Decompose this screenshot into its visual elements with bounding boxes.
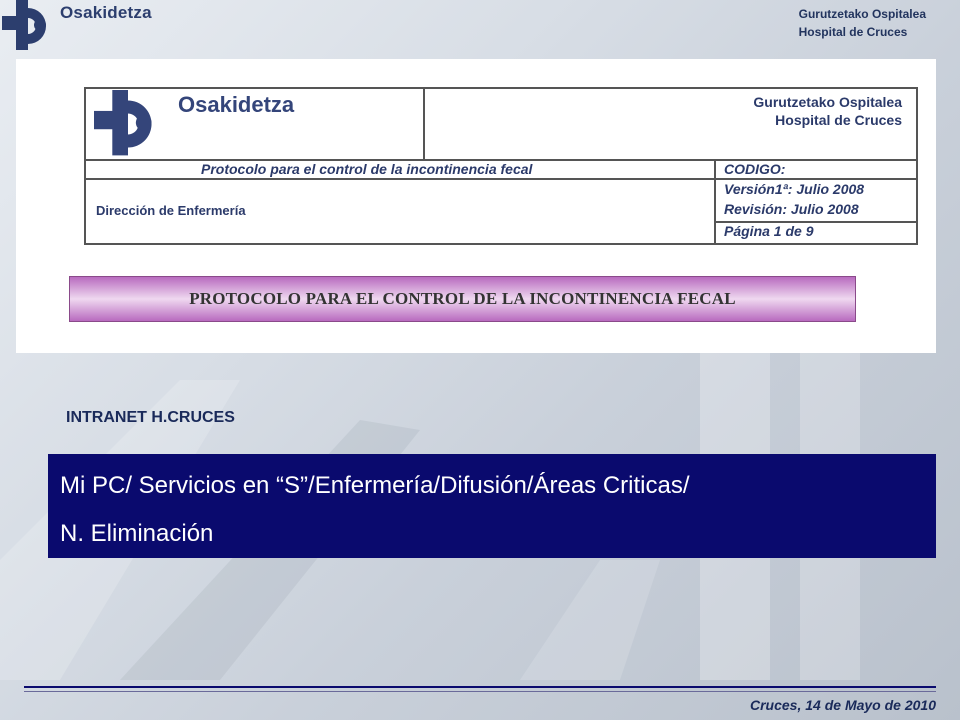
footer-date: Cruces, 14 de Mayo de 2010 [750, 697, 936, 713]
osakidetza-logo: Osakidetza [0, 0, 200, 56]
doc-hospital-name: Gurutzetako Ospitalea Hospital de Cruces [753, 93, 902, 129]
footer-divider-thin [24, 691, 936, 692]
doc-pagina: Página 1 de 9 [724, 223, 814, 239]
navigation-path-box: Mi PC/ Servicios en “S”/Enfermería/Difus… [48, 454, 936, 558]
hospital-name: Gurutzetako Ospitalea Hospital de Cruces [799, 5, 926, 41]
doc-hospital-spanish: Hospital de Cruces [775, 112, 902, 128]
osakidetza-emblem-icon [2, 0, 46, 50]
hospital-name-spanish: Hospital de Cruces [798, 25, 908, 39]
document-header-table: Osakidetza Gurutzetako Ospitalea Hospita… [84, 87, 918, 245]
doc-osakidetza-emblem-icon [94, 90, 152, 156]
doc-logo-text: Osakidetza [178, 92, 295, 117]
footer-divider [24, 686, 936, 688]
doc-protocol-title: Protocolo para el control de la incontin… [201, 161, 533, 177]
navigation-path-line1: Mi PC/ Servicios en “S”/Enfermería/Difus… [60, 472, 690, 499]
doc-revision: Revisión: Julio 2008 [724, 201, 859, 217]
document-preview: Osakidetza Gurutzetako Ospitalea Hospita… [16, 59, 936, 353]
doc-direccion: Dirección de Enfermería [96, 203, 246, 218]
doc-version: Versión1ª: Julio 2008 [724, 181, 865, 197]
navigation-path-line2: N. Eliminación [60, 520, 214, 547]
doc-hospital-basque: Gurutzetako Ospitalea [753, 94, 902, 110]
intranet-label: INTRANET H.CRUCES [66, 409, 235, 426]
doc-codigo: CODIGO: [724, 161, 786, 177]
hospital-name-basque: Gurutzetako Ospitalea [798, 7, 926, 21]
protocol-banner: PROTOCOLO PARA EL CONTROL DE LA INCONTIN… [69, 276, 856, 322]
logo-text: Osakidetza [60, 3, 152, 22]
